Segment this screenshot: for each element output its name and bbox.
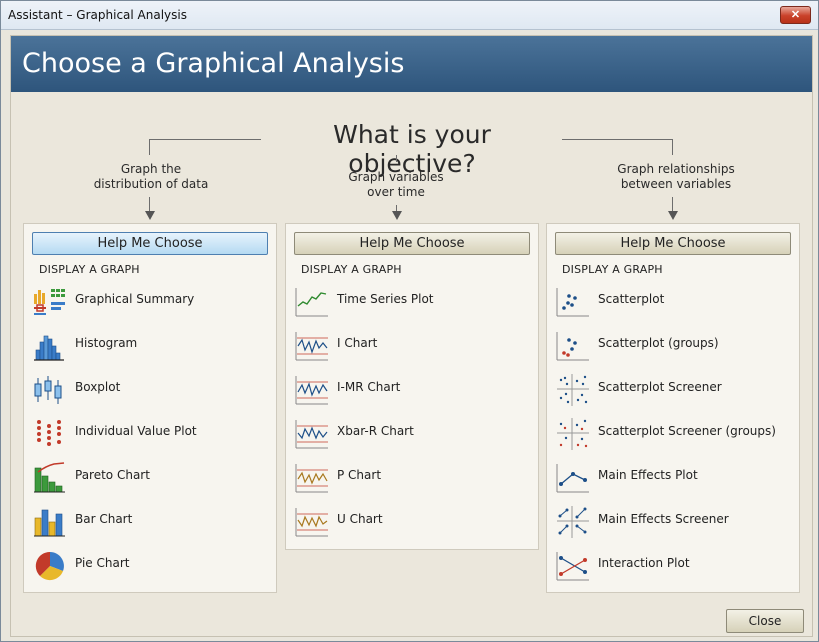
section-title: DISPLAY A GRAPH — [39, 263, 140, 276]
item-xbar-r-chart[interactable]: Xbar-R Chart — [294, 416, 524, 452]
pie-chart-icon — [35, 551, 64, 581]
item-scatterplot[interactable]: Scatterplot — [555, 284, 785, 320]
section-title: DISPLAY A GRAPH — [562, 263, 663, 276]
title-bar: Assistant – Graphical Analysis ✕ — [1, 1, 818, 30]
arrow-shaft — [149, 197, 150, 211]
bar-chart-icon — [34, 509, 65, 537]
dialog-window: Assistant – Graphical Analysis ✕ Choose … — [0, 0, 819, 642]
item-label: Scatterplot Screener (groups) — [598, 424, 776, 438]
help-me-choose-button[interactable]: Help Me Choose — [555, 232, 791, 255]
close-button[interactable]: Close — [726, 609, 804, 633]
scatterplot-icon — [556, 288, 589, 317]
histogram-icon — [34, 335, 64, 361]
connector-line — [149, 139, 150, 155]
item-scatterplot-screener-groups[interactable]: Scatterplot Screener (groups) — [555, 416, 785, 452]
item-label: Histogram — [75, 336, 138, 350]
item-label: Bar Chart — [75, 512, 133, 526]
item-label: U Chart — [337, 512, 383, 526]
connector-line — [562, 139, 673, 140]
item-u-chart[interactable]: U Chart — [294, 504, 524, 540]
control-chart-icon — [295, 376, 328, 405]
window-title: Assistant – Graphical Analysis — [8, 8, 187, 22]
item-label: Pie Chart — [75, 556, 130, 570]
control-chart-icon — [295, 332, 328, 361]
item-label: Graphical Summary — [75, 292, 195, 306]
attribute-chart-icon — [295, 464, 328, 493]
arrow-down-icon — [668, 211, 678, 220]
interaction-plot-icon — [556, 552, 589, 581]
attribute-chart-icon — [295, 508, 328, 537]
pareto-chart-icon — [34, 462, 65, 493]
item-p-chart[interactable]: P Chart — [294, 460, 524, 496]
item-i-chart[interactable]: I Chart — [294, 328, 524, 364]
scatterplot-screener-icon — [557, 374, 589, 406]
arrow-shaft — [672, 197, 673, 211]
scatterplot-screener-groups-icon — [557, 418, 589, 450]
dialog-content: Choose a Graphical Analysis What is your… — [10, 35, 813, 637]
item-scatterplot-groups[interactable]: Scatterplot (groups) — [555, 328, 785, 364]
connector-line — [149, 139, 261, 140]
question-text: Graph the distribution of data — [93, 162, 209, 191]
item-label: Interaction Plot — [598, 556, 690, 570]
item-main-effects-plot[interactable]: Main Effects Plot — [555, 460, 785, 496]
item-label: Individual Value Plot — [75, 424, 197, 438]
window-close-button[interactable]: ✕ — [780, 6, 811, 24]
item-scatterplot-screener[interactable]: Scatterplot Screener — [555, 372, 785, 408]
item-label: Time Series Plot — [337, 292, 434, 306]
question-text: Graph variables over time — [348, 170, 444, 199]
main-effects-icon — [556, 464, 589, 493]
item-time-series-plot[interactable]: Time Series Plot — [294, 284, 524, 320]
main-effects-screener-icon — [557, 506, 589, 538]
question-distribution: Graph the distribution of data — [81, 162, 221, 192]
item-label: Main Effects Screener — [598, 512, 729, 526]
connector-line — [672, 139, 673, 155]
relationships-panel: Help Me Choose DISPLAY A GRAPH Scatterpl… — [546, 223, 800, 593]
page-title: Choose a Graphical Analysis — [22, 48, 405, 79]
item-label: Scatterplot (groups) — [598, 336, 719, 350]
section-title: DISPLAY A GRAPH — [301, 263, 402, 276]
question-text: Graph relationships between variables — [617, 162, 735, 191]
graphical-summary-icon — [34, 289, 65, 315]
item-label: Boxplot — [75, 380, 121, 394]
arrow-down-icon — [145, 211, 155, 220]
item-label: Scatterplot — [598, 292, 665, 306]
help-me-choose-button[interactable]: Help Me Choose — [32, 232, 268, 255]
item-pareto-chart[interactable]: Pareto Chart — [32, 460, 262, 496]
over-time-panel: Help Me Choose DISPLAY A GRAPH Time Seri… — [285, 223, 539, 550]
item-pie-chart[interactable]: Pie Chart — [32, 548, 262, 584]
item-i-mr-chart[interactable]: I-MR Chart — [294, 372, 524, 408]
help-me-choose-button[interactable]: Help Me Choose — [294, 232, 530, 255]
boxplot-icon — [34, 376, 62, 404]
item-histogram[interactable]: Histogram — [32, 328, 262, 364]
item-label: Xbar-R Chart — [337, 424, 414, 438]
item-main-effects-screener[interactable]: Main Effects Screener — [555, 504, 785, 540]
item-label: P Chart — [337, 468, 382, 482]
item-bar-chart[interactable]: Bar Chart — [32, 504, 262, 540]
scatterplot-groups-icon — [556, 332, 589, 361]
item-label: Scatterplot Screener — [598, 380, 722, 394]
item-label: I Chart — [337, 336, 378, 350]
item-label: Main Effects Plot — [598, 468, 698, 482]
item-label: I-MR Chart — [337, 380, 401, 394]
distribution-panel: Help Me Choose DISPLAY A GRAPH Graphical… — [23, 223, 277, 593]
connector-line — [396, 155, 397, 162]
item-graphical-summary[interactable]: Graphical Summary — [32, 284, 262, 320]
item-label: Pareto Chart — [75, 468, 150, 482]
individual-value-plot-icon — [37, 420, 61, 446]
time-series-icon — [295, 288, 328, 317]
question-relationships: Graph relationships between variables — [596, 162, 756, 192]
item-interaction-plot[interactable]: Interaction Plot — [555, 548, 785, 584]
item-individual-value-plot[interactable]: Individual Value Plot — [32, 416, 262, 452]
question-over-time: Graph variables over time — [326, 170, 466, 200]
header-banner: Choose a Graphical Analysis — [11, 36, 812, 92]
arrow-down-icon — [392, 211, 402, 220]
item-boxplot[interactable]: Boxplot — [32, 372, 262, 408]
control-chart-icon — [295, 420, 328, 449]
